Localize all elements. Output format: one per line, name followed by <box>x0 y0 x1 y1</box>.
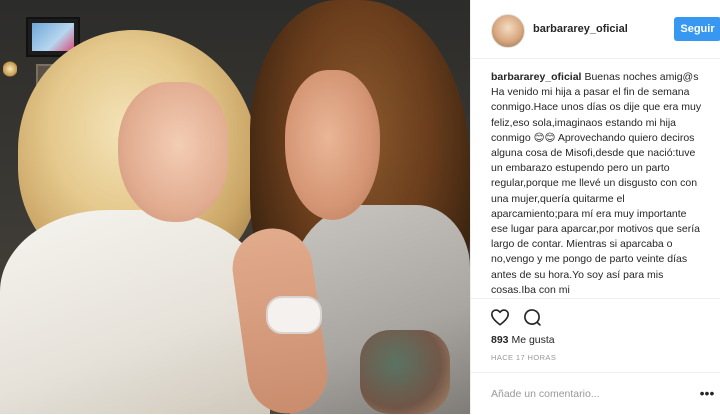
post-header: barbararey_oficial Seguir <box>471 0 720 59</box>
wristwatch <box>266 296 322 334</box>
more-options-icon[interactable]: ••• <box>699 385 715 401</box>
left-person-face <box>118 82 228 222</box>
likes-count: 893 <box>491 334 509 346</box>
avatar[interactable] <box>491 14 525 48</box>
post-side-panel: barbararey_oficial Seguir barbararey_ofi… <box>470 0 720 414</box>
comment-icon[interactable] <box>521 306 543 328</box>
arm-tattoo <box>360 330 450 414</box>
post-caption: barbararey_oficial Buenas noches amig@s H… <box>491 70 705 297</box>
action-bar <box>471 298 720 335</box>
likes-summary[interactable]: 893 Me gusta <box>491 334 555 346</box>
right-person-face <box>285 70 380 220</box>
follow-button[interactable]: Seguir <box>674 17 720 41</box>
post-photo[interactable] <box>0 0 470 414</box>
left-person-body <box>0 210 270 414</box>
post-timestamp[interactable]: HACE 17 HORAS <box>491 353 556 362</box>
likes-label: Me gusta <box>511 334 555 346</box>
caption-text: Buenas noches amig@s Ha venido mi hija a… <box>491 71 702 296</box>
heart-icon[interactable] <box>489 306 511 328</box>
comment-bar: ••• <box>471 372 720 415</box>
comment-input[interactable] <box>489 383 693 405</box>
background-lamp <box>3 60 17 78</box>
header-username[interactable]: barbararey_oficial <box>533 23 628 35</box>
caption-username[interactable]: barbararey_oficial <box>491 71 581 83</box>
